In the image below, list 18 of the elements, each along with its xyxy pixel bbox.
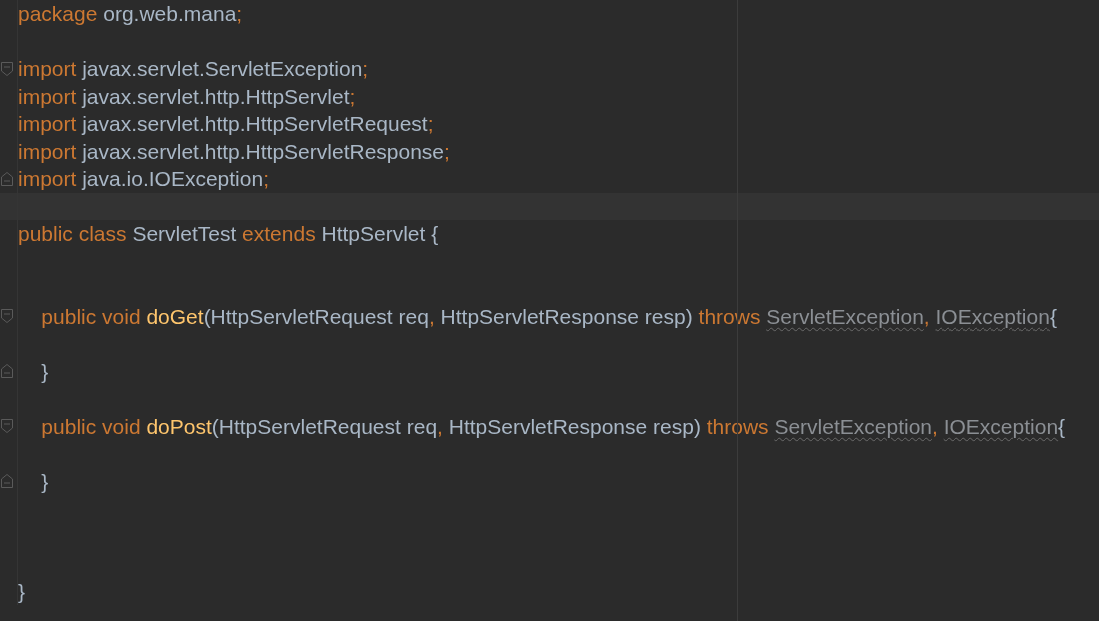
code-line: public void doPost(HttpServletRequest req, HttpServletResponse resp) throws ServletException, IOException{ — [40, 413, 1066, 439]
code-line: import javax.servlet.http.HttpServletRequest; — [18, 111, 434, 137]
fold-icon[interactable] — [1, 474, 13, 489]
fold-icon[interactable] — [1, 309, 13, 324]
fold-icon[interactable] — [1, 61, 13, 76]
code-line: } — [40, 468, 49, 494]
code-line: import javax.servlet.ServletException; — [18, 56, 369, 82]
code-line: import java.io.IOException; — [18, 166, 269, 192]
code-line: package org.web.mana; — [18, 1, 243, 27]
code-line: import javax.servlet.http.HttpServlet; — [18, 83, 356, 109]
code-line: import javax.servlet.http.HttpServletResponse; — [18, 138, 450, 164]
code-line: public class ServletTest extends HttpServlet { — [18, 221, 439, 247]
code-line: } — [18, 578, 25, 604]
fold-icon[interactable] — [1, 171, 13, 186]
code-line: public void doGet(HttpServletRequest req, HttpServletResponse resp) throws ServletException, IOException{ — [40, 303, 1057, 329]
fold-icon[interactable] — [1, 419, 13, 434]
code-line: } — [40, 358, 49, 384]
fold-icon[interactable] — [1, 364, 13, 379]
